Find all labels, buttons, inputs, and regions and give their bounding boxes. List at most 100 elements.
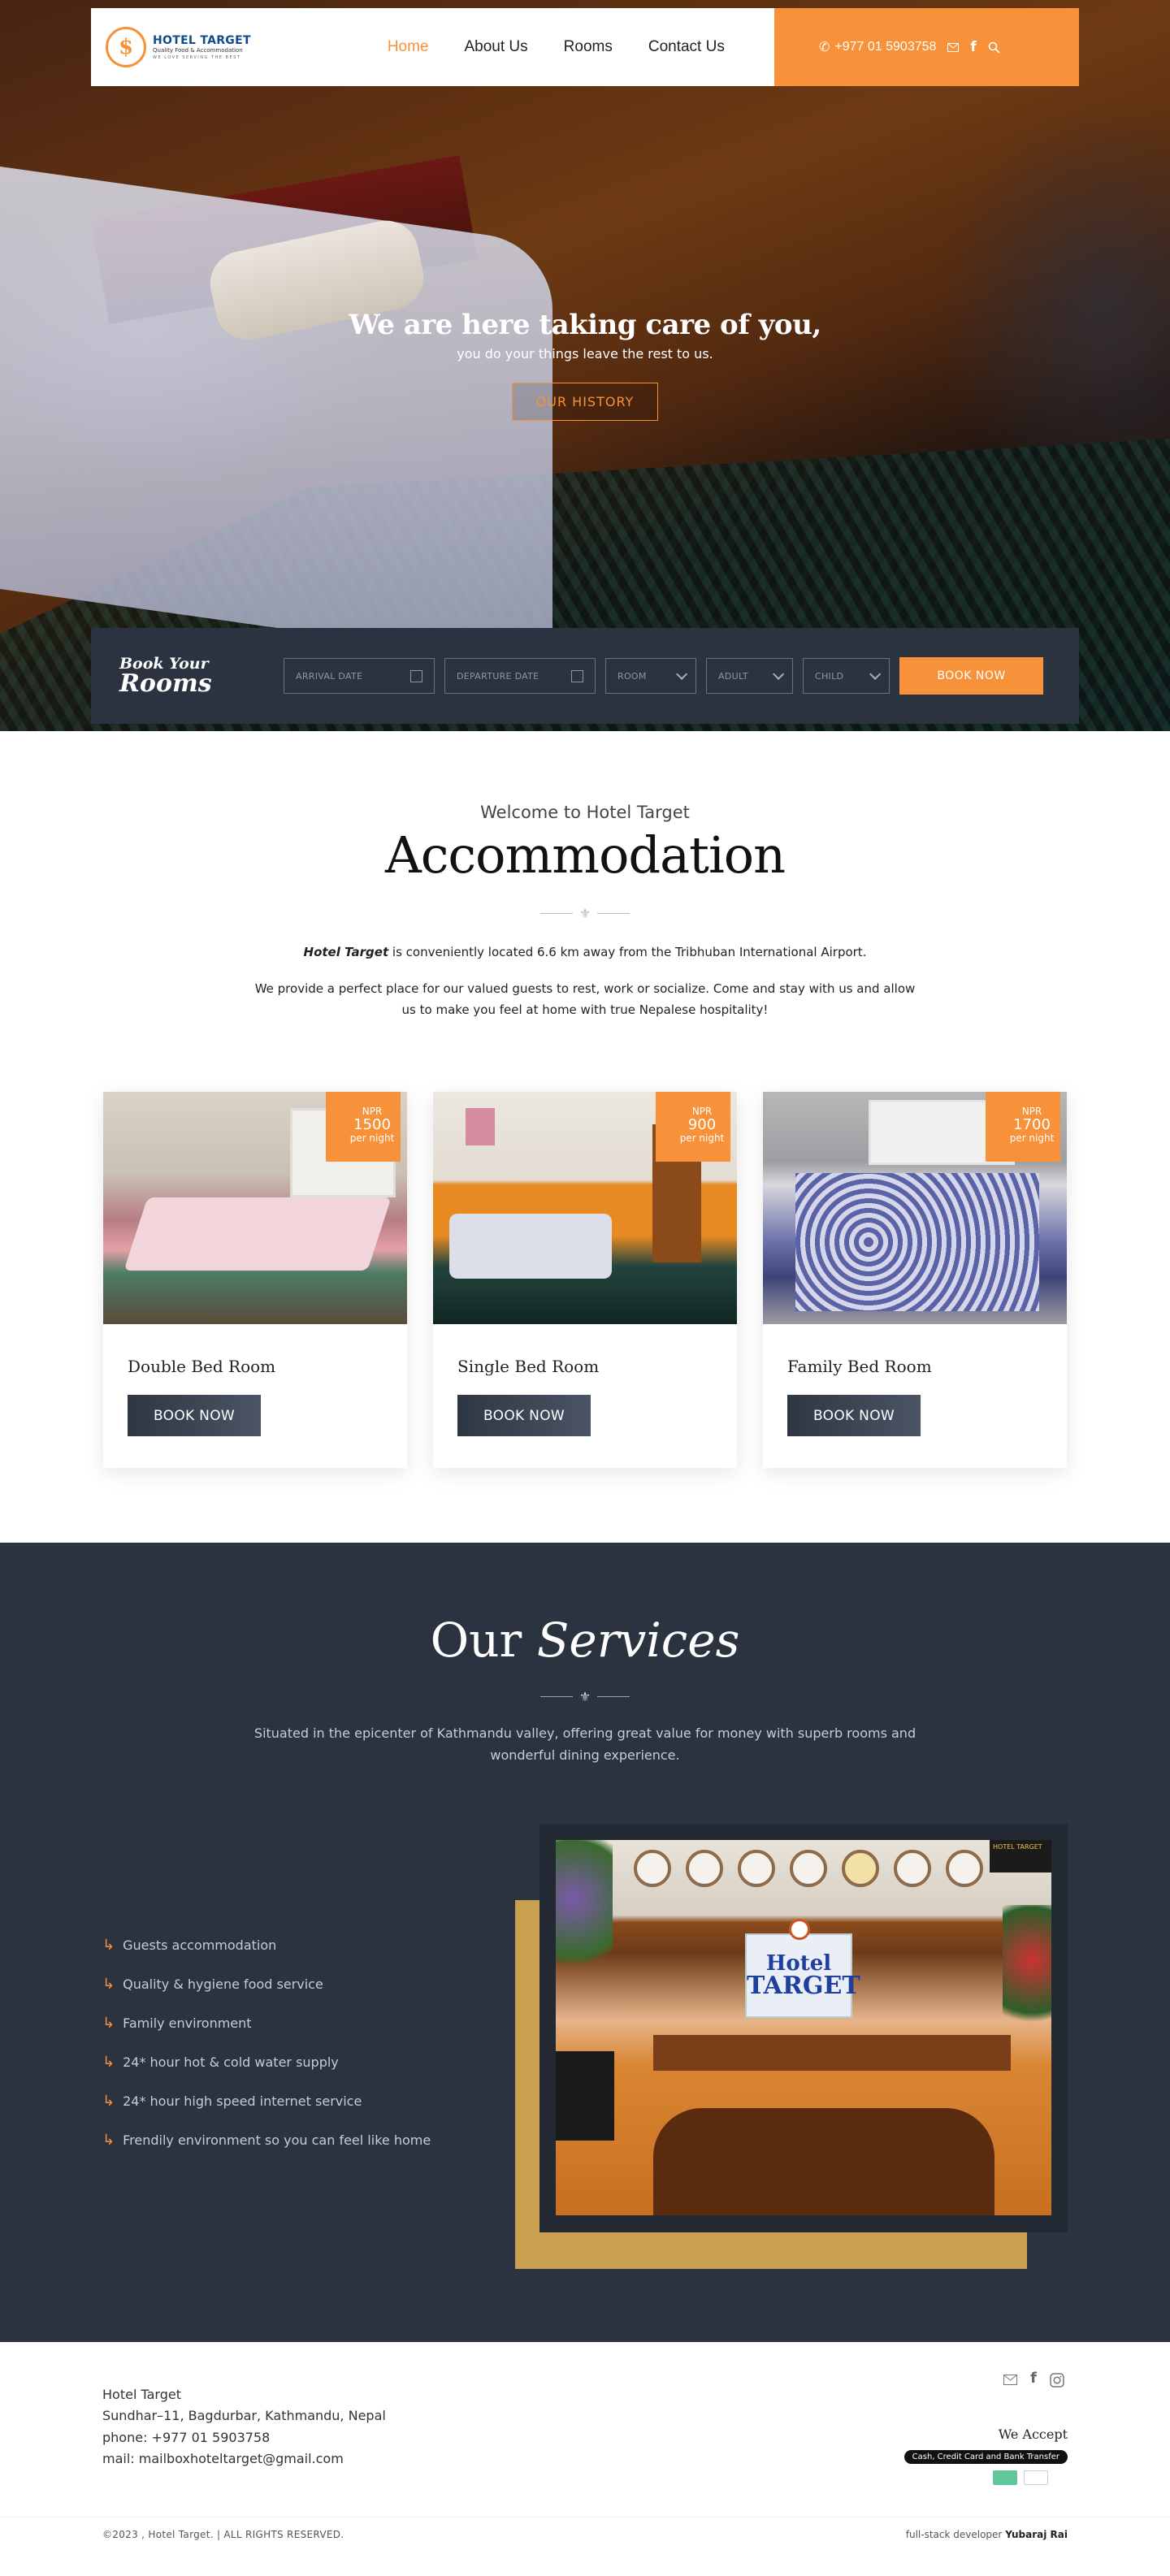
accommodation-title: Accommodation	[384, 825, 786, 885]
booking-title: Book Your Rooms	[119, 654, 212, 698]
copyright-text: ©2023 , Hotel Target. | ALL RIGHTS RESER…	[102, 2529, 344, 2540]
photo-sign: Hotel TARGET	[745, 1919, 860, 2018]
service-item: ↳ 24* hour hot & cold water supply	[102, 2054, 339, 2071]
service-item: ↳ Frendily environment so you can feel li…	[102, 2132, 431, 2149]
nav-contact-us[interactable]: Contact Us	[648, 38, 725, 56]
payment-methods: We Accept Cash, Credit Card and Bank Tra…	[904, 2427, 1068, 2485]
instagram-icon[interactable]	[1050, 2373, 1064, 2391]
room-select[interactable]: ROOM	[605, 658, 696, 694]
room-name: Single Bed Room	[457, 1357, 600, 1376]
copyright-bar: ©2023 , Hotel Target. | ALL RIGHTS RESER…	[0, 2518, 1170, 2573]
developer-name[interactable]: Yubaraj Rai	[1005, 2529, 1068, 2540]
room-photo: NPR 1700 per night	[763, 1092, 1067, 1324]
chevron-down-icon	[773, 668, 785, 680]
logo-mark-icon: $	[106, 27, 146, 67]
cash-card-icon	[993, 2470, 1017, 2485]
calendar-icon	[410, 669, 422, 682]
footer-mail[interactable]: mail: mailboxhoteltarget@gmail.com	[102, 2448, 386, 2470]
facebook-icon[interactable]: f	[970, 39, 976, 55]
chevron-down-icon	[676, 668, 688, 680]
nav-rooms[interactable]: Rooms	[564, 38, 613, 56]
chevron-down-icon	[869, 668, 882, 680]
footer-address: Sundhar–11, Bagdurbar, Kathmandu, Nepal	[102, 2408, 386, 2424]
arrow-icon: ↳	[102, 2054, 115, 2071]
room-photo: NPR 1500 per night	[103, 1092, 407, 1324]
clock-icon	[738, 1850, 775, 1887]
navbar-main: $ HOTEL TARGET Quality Food & Accommodat…	[91, 8, 774, 86]
facebook-icon[interactable]: f	[1030, 2371, 1037, 2391]
service-item: ↳ 24* hour high speed internet service	[102, 2093, 362, 2110]
price-badge: NPR 900 per night	[656, 1092, 730, 1162]
arrival-date-field[interactable]: ARRIVAL DATE	[284, 658, 435, 694]
nav-links: Home About Us Rooms Contact Us	[388, 38, 725, 56]
reception-photo: HOTEL TARGET Hotel TARGET	[556, 1840, 1051, 2215]
room-name: Family Bed Room	[787, 1357, 932, 1376]
clock-icon	[634, 1850, 671, 1887]
section-divider: ⚜	[0, 906, 1170, 921]
phone-icon: ✆	[819, 41, 830, 54]
search-icon[interactable]	[988, 41, 1000, 54]
room-book-now-button[interactable]: BOOK NOW	[128, 1395, 261, 1436]
service-item: ↳ Guests accommodation	[102, 1937, 277, 1954]
child-select[interactable]: CHILD	[803, 658, 890, 694]
room-book-now-button[interactable]: BOOK NOW	[457, 1395, 591, 1436]
arrow-icon: ↳	[102, 2015, 115, 2032]
price-badge: NPR 1500 per night	[326, 1092, 401, 1162]
accommodation-section: Welcome to Hotel Target Accommodation ⚜ …	[0, 731, 1170, 1543]
payment-badge: Cash, Credit Card and Bank Transfer	[904, 2450, 1068, 2464]
nav-home[interactable]: Home	[388, 38, 429, 56]
logo-name: HOTEL TARGET	[153, 34, 251, 47]
hero-section: $ HOTEL TARGET Quality Food & Accommodat…	[0, 0, 1170, 731]
services-section: Our Services ⚜ Situated in the epicenter…	[0, 1543, 1170, 2342]
arrow-icon: ↳	[102, 1937, 115, 1954]
service-item: ↳ Quality & hygiene food service	[102, 1976, 323, 1993]
clock-icon	[946, 1850, 983, 1887]
arrow-icon: ↳	[102, 2132, 115, 2149]
phone-link[interactable]: ✆ +977 01 5903758	[819, 39, 936, 55]
footer-social: f	[1003, 2371, 1064, 2391]
room-book-now-button[interactable]: BOOK NOW	[787, 1395, 921, 1436]
mail-icon[interactable]	[947, 42, 960, 52]
room-card: NPR 900 per night Single Bed Room BOOK N…	[433, 1092, 737, 1468]
clock-icon	[842, 1850, 879, 1887]
arrow-icon: ↳	[102, 2093, 115, 2110]
services-list: ↳ Guests accommodation ↳ Quality & hygiene…	[102, 1937, 431, 2171]
calendar-icon	[571, 669, 583, 682]
bank-card-icon	[1024, 2470, 1048, 2485]
arrow-icon: ↳	[102, 1976, 115, 1993]
footer-name: Hotel Target	[102, 2387, 181, 2402]
accommodation-description-2: We provide a perfect place for our value…	[254, 981, 916, 1017]
hero-subtitle: you do your things leave the rest to us.	[457, 346, 713, 362]
welcome-text: Welcome to Hotel Target	[480, 803, 690, 822]
logo[interactable]: $ HOTEL TARGET Quality Food & Accommodat…	[106, 27, 251, 67]
footer: Hotel Target Sundhar–11, Bagdurbar, Kath…	[0, 2342, 1170, 2518]
nav-about-us[interactable]: About Us	[465, 38, 528, 56]
accommodation-description: Hotel Target is conveniently located 6.6…	[303, 945, 867, 959]
price-badge: NPR 1700 per night	[986, 1092, 1060, 1162]
service-item: ↳ Family environment	[102, 2015, 252, 2032]
hero-text: We are here taking care of you, you do y…	[0, 309, 1170, 421]
section-divider: ⚜	[0, 1689, 1170, 1704]
adult-select[interactable]: ADULT	[706, 658, 793, 694]
hero-title: We are here taking care of you,	[349, 309, 821, 341]
mail-icon[interactable]	[1003, 2373, 1018, 2391]
services-title: Our Services	[430, 1613, 740, 1668]
phone-number: +977 01 5903758	[834, 40, 937, 54]
book-now-button[interactable]: BOOK NOW	[899, 657, 1043, 695]
footer-contact: Hotel Target Sundhar–11, Bagdurbar, Kath…	[102, 2384, 386, 2470]
departure-date-field[interactable]: DEPARTURE DATE	[444, 658, 596, 694]
our-history-button[interactable]: OUR HISTORY	[511, 383, 659, 421]
logo-motto: WE LOVE SERVING THE BEST	[153, 55, 241, 60]
room-card: NPR 1700 per night Family Bed Room BOOK …	[763, 1092, 1067, 1468]
room-name: Double Bed Room	[128, 1357, 276, 1376]
photo-board: HOTEL TARGET	[990, 1840, 1051, 1872]
services-intro: Situated in the epicenter of Kathmandu v…	[254, 1725, 916, 1764]
room-card: NPR 1500 per night Double Bed Room BOOK …	[103, 1092, 407, 1468]
developer-credit: full-stack developer Yubaraj Rai	[905, 2529, 1068, 2540]
clock-icon	[894, 1850, 931, 1887]
navbar: $ HOTEL TARGET Quality Food & Accommodat…	[91, 8, 1079, 86]
fleur-icon: ⚜	[578, 1689, 592, 1704]
room-cards: NPR 1500 per night Double Bed Room BOOK …	[0, 1092, 1170, 1543]
fleur-icon: ⚜	[578, 906, 592, 921]
footer-phone[interactable]: phone: +977 01 5903758	[102, 2427, 386, 2448]
